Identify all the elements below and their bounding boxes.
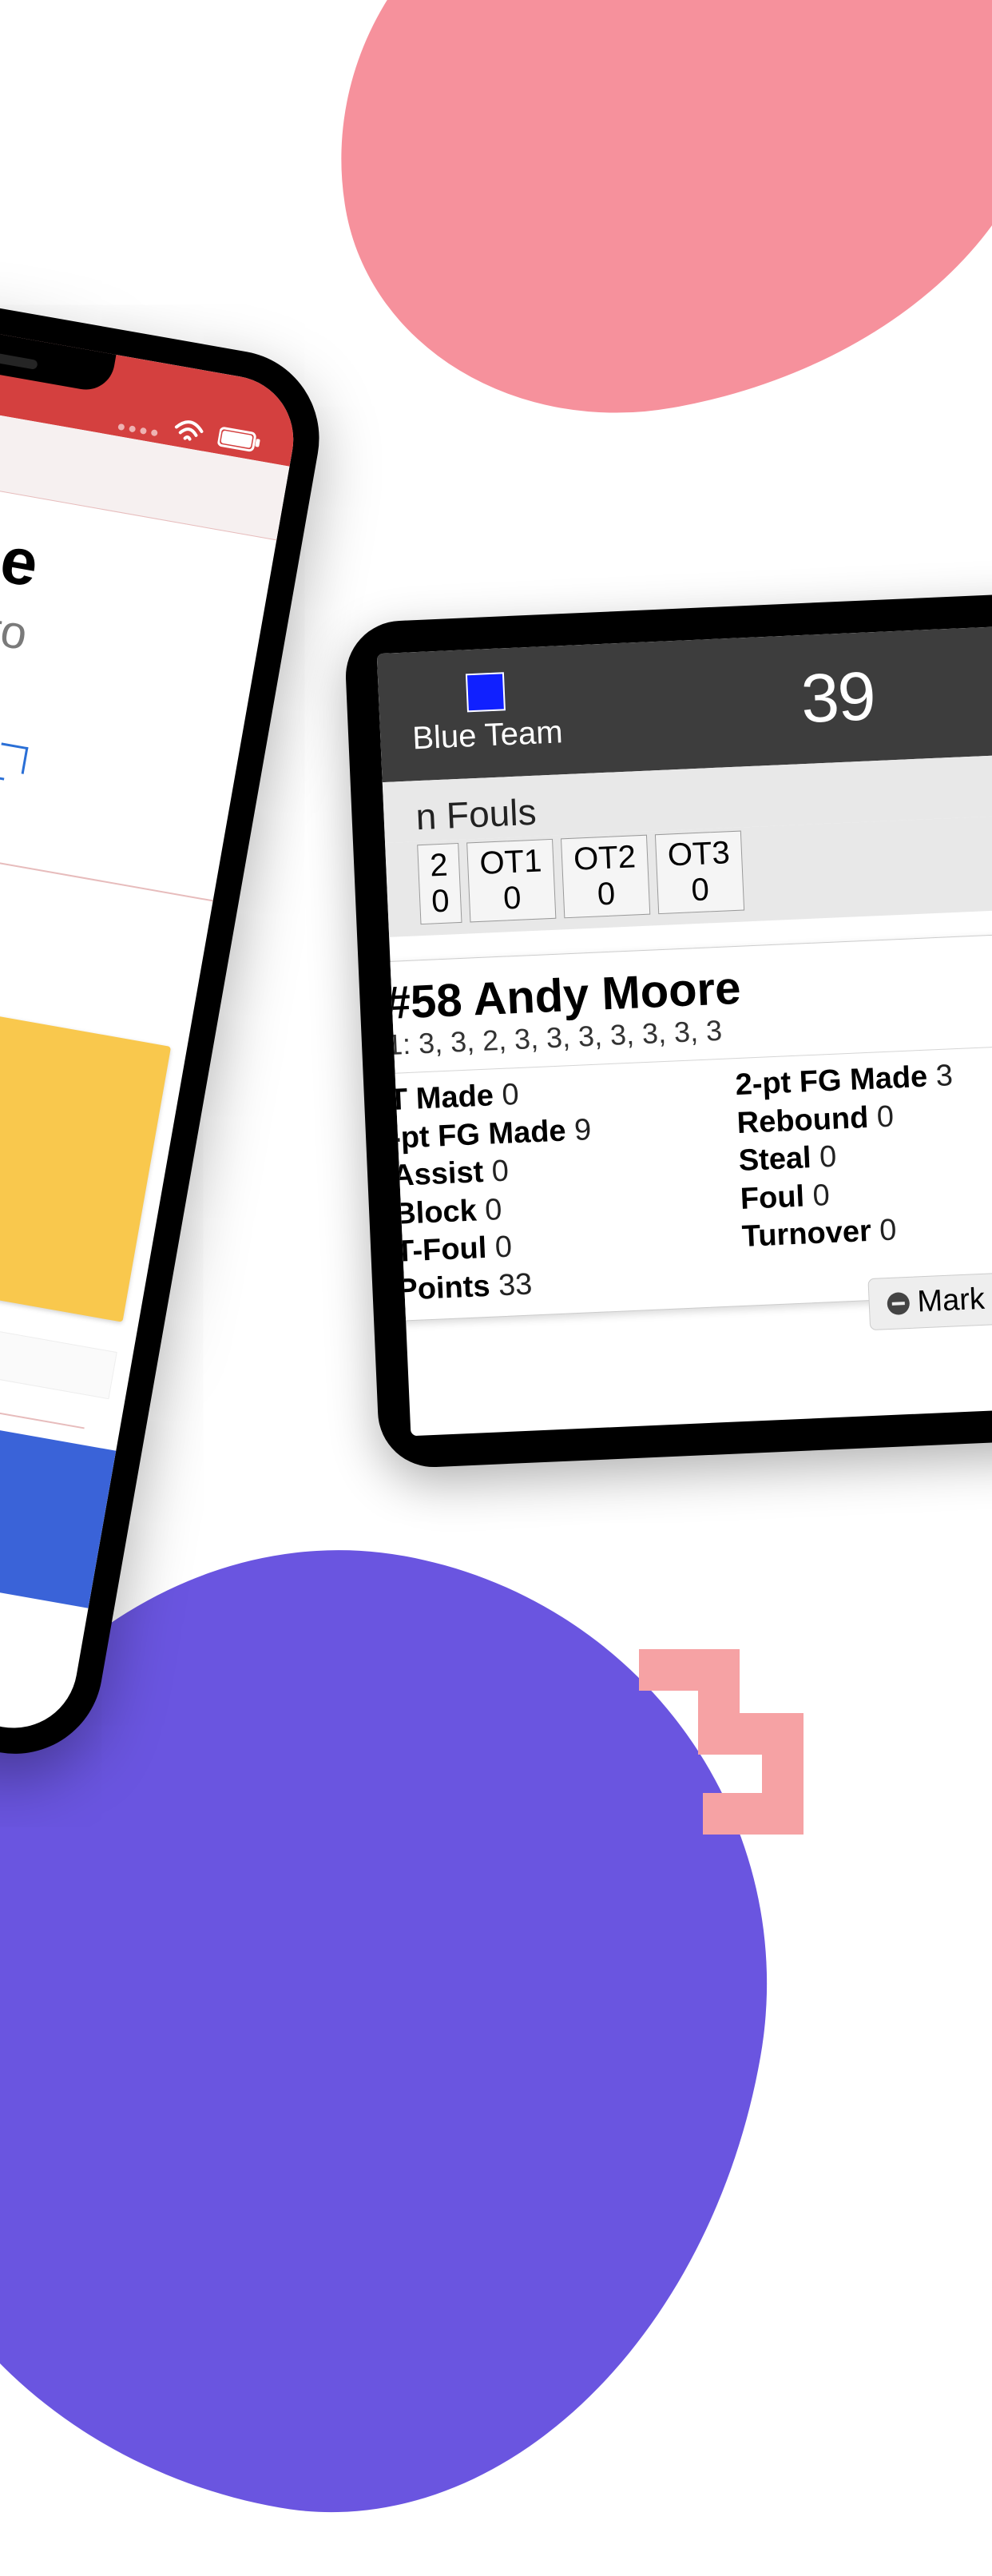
battery-icon — [216, 425, 263, 455]
external-link-icon — [0, 743, 28, 774]
period-cell[interactable]: 20 — [417, 843, 462, 924]
period-label: OT1 — [479, 843, 543, 881]
period-value: 0 — [502, 881, 522, 917]
period-value: 0 — [691, 872, 710, 908]
phone-screen: My Test League Test League t league for … — [0, 277, 304, 1738]
speaker-icon — [0, 343, 38, 370]
team-chip[interactable]: Blue Team — [410, 670, 563, 757]
team-name: Blue Team — [411, 714, 563, 757]
player-stats: T Made 0-pt FG Made 9Assist 0Block 0T-Fo… — [388, 1045, 992, 1310]
tablet-device: Blue Team 39 n Fouls 20OT10OT20OT30 #58 … — [343, 574, 992, 1469]
period-label: OT3 — [667, 835, 731, 873]
highlight-card[interactable] — [0, 939, 171, 1322]
tablet-screen: Blue Team 39 n Fouls 20OT10OT20OT30 #58 … — [377, 608, 992, 1437]
period-cell[interactable]: OT20 — [561, 835, 650, 919]
period-value: 0 — [431, 884, 450, 920]
decor-blob-pink — [292, 0, 992, 458]
team-score: 39 — [800, 657, 876, 739]
period-cell[interactable]: OT30 — [655, 831, 744, 915]
player-card[interactable]: #58 Andy Moore 1: 3, 3, 2, 3, 3, 3, 3, 3… — [377, 932, 992, 1323]
period-cell[interactable]: OT10 — [466, 839, 556, 923]
team-color-swatch — [466, 672, 506, 712]
mark-dnp-button[interactable]: Mark DNP — [867, 1270, 992, 1330]
period-value: 0 — [597, 877, 616, 913]
decor-zigzag — [623, 1638, 831, 1846]
period-label: 2 — [429, 848, 448, 885]
score-header: Blue Team 39 — [377, 608, 992, 782]
more-dots-icon — [117, 423, 158, 437]
minus-circle-icon — [887, 1291, 910, 1314]
body-text: ay. — [0, 831, 206, 979]
phone-device: My Test League Test League t league for … — [0, 248, 333, 1767]
period-label: OT2 — [573, 839, 637, 877]
mark-dnp-label: Mark DNP — [917, 1279, 992, 1320]
wifi-icon — [171, 415, 207, 444]
